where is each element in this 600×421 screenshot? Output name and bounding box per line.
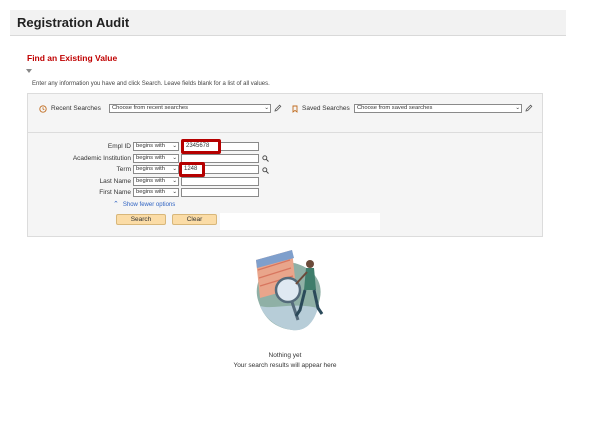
field-label-term: Term bbox=[116, 166, 131, 173]
empty-state-title: Nothing yet bbox=[268, 352, 302, 359]
last-name-operator-select[interactable]: begins with ⌄ bbox=[133, 177, 179, 186]
bookmark-icon bbox=[291, 105, 299, 113]
field-label-first-name: First Name bbox=[99, 189, 131, 196]
search-instructions: Enter any information you have and click… bbox=[32, 81, 270, 87]
operator-value: begins with bbox=[136, 189, 166, 195]
pencil-icon[interactable] bbox=[525, 104, 533, 112]
button-row-background bbox=[220, 213, 380, 230]
clear-button[interactable]: Clear bbox=[172, 214, 217, 225]
person-head bbox=[306, 260, 314, 268]
operator-value: begins with bbox=[136, 155, 166, 161]
empl-id-input[interactable]: 2345678 bbox=[181, 139, 221, 154]
saved-searches-value: Choose from saved searches bbox=[357, 105, 433, 111]
search-button[interactable]: Search bbox=[116, 214, 166, 225]
chevron-down-icon: ⌄ bbox=[172, 166, 177, 172]
last-name-input[interactable] bbox=[181, 177, 259, 186]
operator-value: begins with bbox=[136, 143, 166, 149]
recent-searches-value: Choose from recent searches bbox=[112, 105, 189, 111]
person-body bbox=[304, 268, 316, 290]
collapse-toggle-icon[interactable] bbox=[26, 69, 32, 73]
field-label-academic-institution: Academic Institution bbox=[72, 155, 131, 162]
illustration-water bbox=[260, 305, 318, 331]
search-lookup-icon[interactable] bbox=[262, 167, 269, 174]
chevron-down-icon: ⌄ bbox=[172, 155, 177, 161]
chevron-down-icon: ⌄ bbox=[172, 178, 177, 184]
term-operator-select[interactable]: begins with ⌄ bbox=[133, 165, 179, 174]
pencil-icon[interactable] bbox=[274, 104, 282, 112]
recent-searches-select[interactable]: Choose from recent searches ⌄ bbox=[109, 104, 271, 113]
operator-value: begins with bbox=[136, 178, 166, 184]
show-fewer-label: Show fewer options bbox=[122, 202, 176, 208]
section-title: Find an Existing Value bbox=[27, 53, 118, 63]
chevron-down-icon: ⌄ bbox=[515, 105, 520, 111]
saved-searches-label: Saved Searches bbox=[302, 105, 350, 112]
field-label-empl-id: Empl ID bbox=[107, 143, 131, 150]
empty-state-subtitle: Your search results will appear here bbox=[233, 362, 337, 369]
field-label-last-name: Last Name bbox=[99, 178, 131, 185]
page-title: Registration Audit bbox=[17, 15, 130, 30]
chevron-down-icon: ⌄ bbox=[172, 143, 177, 149]
saved-searches-select[interactable]: Choose from saved searches ⌄ bbox=[354, 104, 522, 113]
page-header: Registration Audit bbox=[10, 10, 566, 36]
saved-searches-panel bbox=[27, 93, 543, 133]
first-name-input[interactable] bbox=[181, 188, 259, 197]
empty-results-illustration bbox=[256, 250, 324, 331]
search-lookup-icon[interactable] bbox=[262, 155, 269, 162]
operator-value: begins with bbox=[136, 166, 166, 172]
chevron-down-icon: ⌄ bbox=[264, 105, 269, 111]
academic-institution-operator-select[interactable]: begins with ⌄ bbox=[133, 154, 179, 163]
first-name-operator-select[interactable]: begins with ⌄ bbox=[133, 188, 179, 197]
recent-searches-label: Recent Searches bbox=[51, 105, 101, 112]
empl-id-operator-select[interactable]: begins with ⌄ bbox=[133, 142, 179, 151]
chevron-up-icon: ⌃ bbox=[113, 201, 119, 208]
show-fewer-options-link[interactable]: ⌃ Show fewer options bbox=[113, 200, 175, 208]
magnifier-lens bbox=[274, 276, 302, 304]
clock-icon bbox=[39, 105, 47, 113]
term-input[interactable]: 1248 bbox=[179, 162, 205, 177]
chevron-down-icon: ⌄ bbox=[172, 189, 177, 195]
